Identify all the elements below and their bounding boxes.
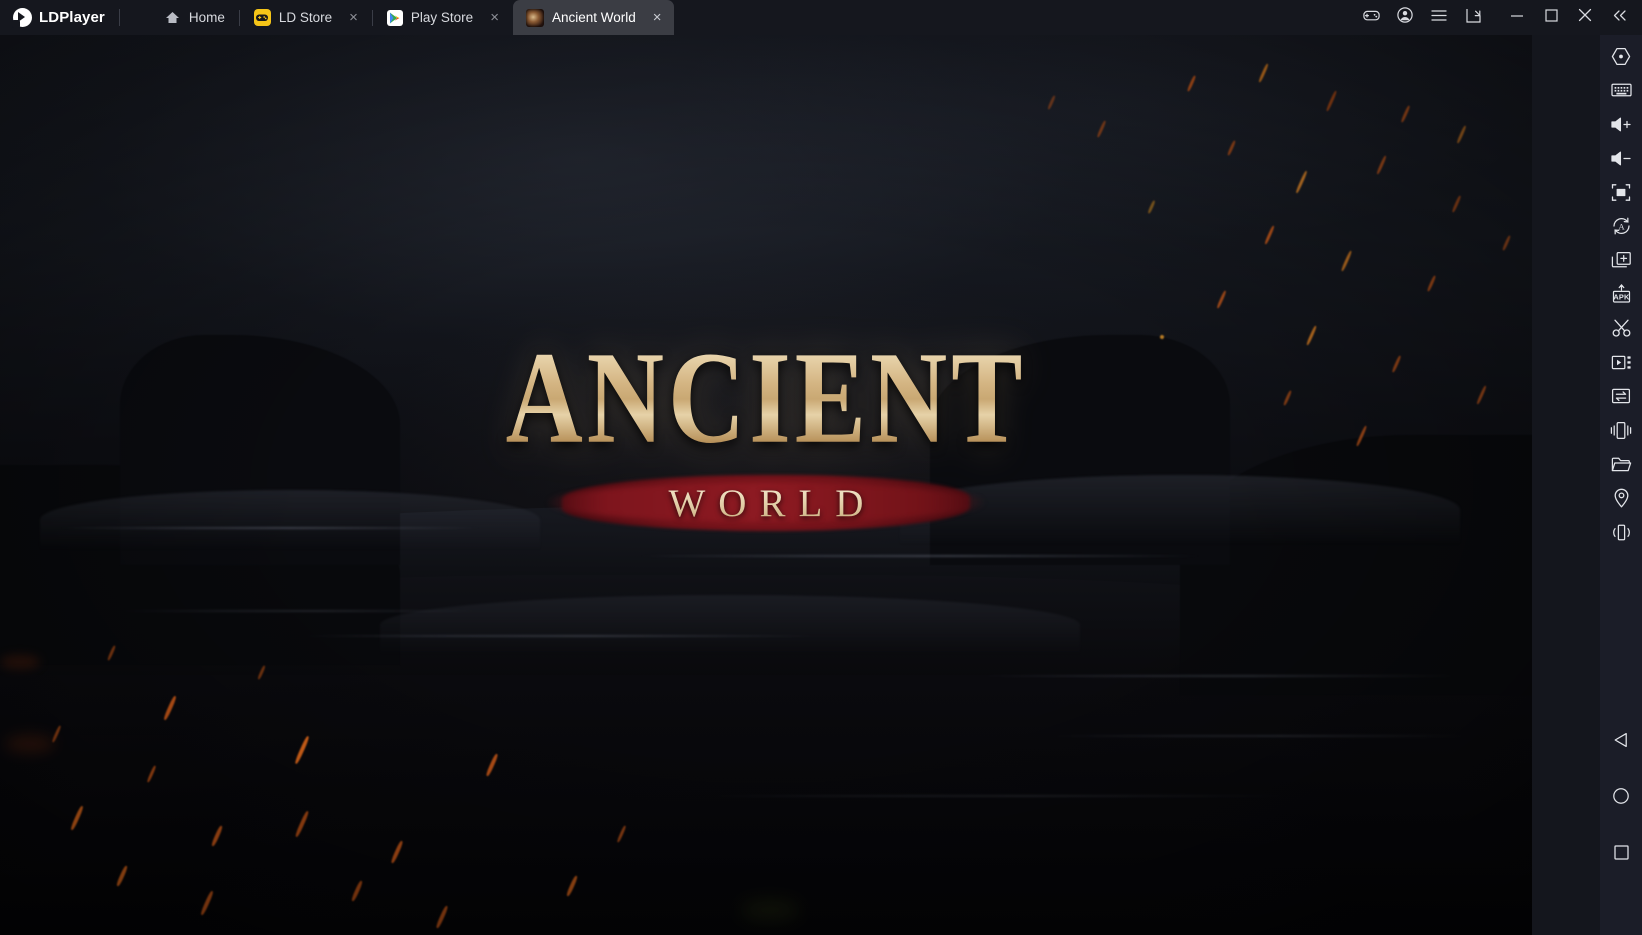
- tab-ld-store-label: LD Store: [278, 10, 333, 25]
- sidebar-screenshot[interactable]: [1600, 311, 1642, 345]
- sidebar-vibrate[interactable]: [1600, 515, 1642, 549]
- tab-ancient-world[interactable]: Ancient World ×: [512, 0, 674, 35]
- gamepad-icon: [1362, 9, 1380, 27]
- android-recents-button[interactable]: [1600, 824, 1642, 880]
- account-button[interactable]: [1388, 0, 1422, 35]
- tab-play-store-label: Play Store: [410, 10, 474, 25]
- game-title-primary: ANCIENT: [500, 333, 1033, 465]
- tab-ld-store-close-icon[interactable]: ×: [349, 10, 358, 25]
- sidebar-shared-folder[interactable]: [1600, 447, 1642, 481]
- crop-frame-icon: [1611, 183, 1631, 202]
- emulator-sidebar: A APK: [1600, 35, 1642, 935]
- game-title-banner: WORLD: [545, 475, 987, 531]
- circle-home-icon: [1611, 786, 1631, 806]
- sidebar-volume-down[interactable]: [1600, 141, 1642, 175]
- sidebar-tools: A APK: [1600, 35, 1642, 549]
- sidebar-volume-up[interactable]: [1600, 107, 1642, 141]
- maximize-button[interactable]: [1534, 0, 1568, 35]
- sidebar-multi-instance[interactable]: [1600, 243, 1642, 277]
- tab-ancient-world-close-icon[interactable]: ×: [653, 10, 662, 25]
- home-icon: [164, 9, 181, 26]
- add-window-icon: [1611, 251, 1632, 270]
- play-store-icon: [386, 9, 403, 26]
- game-title-secondary: WORLD: [656, 481, 877, 526]
- menu-button[interactable]: [1422, 0, 1456, 35]
- brand: LDPlayer: [0, 8, 105, 28]
- multiplayer-button[interactable]: [1354, 0, 1388, 35]
- maximize-icon: [1544, 8, 1558, 27]
- resize-button[interactable]: [1456, 0, 1490, 35]
- titlebar: LDPlayer Home LD Store × Play Store × An…: [0, 0, 1642, 35]
- window-controls: [1354, 0, 1642, 35]
- sidebar-location[interactable]: [1600, 481, 1642, 515]
- volume-down-icon: [1610, 150, 1632, 167]
- svg-text:APK: APK: [1613, 292, 1630, 301]
- sidebar-fullscreen[interactable]: [1600, 39, 1642, 73]
- shake-device-icon: [1610, 421, 1632, 440]
- brand-divider: [118, 9, 120, 26]
- user-circle-icon: [1397, 7, 1413, 28]
- android-back-button[interactable]: [1600, 712, 1642, 768]
- minimize-button[interactable]: [1500, 0, 1534, 35]
- volume-up-icon: [1610, 116, 1632, 133]
- close-button[interactable]: [1568, 0, 1602, 35]
- tab-strip: Home LD Store × Play Store × Ancient Wor…: [150, 0, 674, 35]
- vibrate-icon: [1611, 523, 1632, 542]
- tab-home[interactable]: Home: [150, 0, 239, 35]
- resize-arrow-icon: [1465, 8, 1481, 28]
- sidebar-install-apk[interactable]: APK: [1600, 277, 1642, 311]
- sidebar-screen-capture[interactable]: [1600, 175, 1642, 209]
- apk-install-icon: APK: [1611, 284, 1632, 304]
- scissors-icon: [1611, 318, 1632, 338]
- video-record-icon: [1611, 354, 1632, 371]
- sidebar-navigation: [1600, 712, 1642, 935]
- hamburger-menu-icon: [1431, 9, 1447, 27]
- tab-play-store-close-icon[interactable]: ×: [490, 10, 499, 25]
- folder-icon: [1611, 456, 1632, 473]
- keyboard-icon: [1610, 82, 1632, 98]
- location-pin-icon: [1613, 488, 1630, 508]
- auto-rotate-icon: A: [1611, 216, 1632, 236]
- chevron-double-left-icon: [1612, 9, 1627, 27]
- game-thumb-icon: [525, 8, 544, 27]
- sidebar-sync[interactable]: [1600, 379, 1642, 413]
- svg-text:A: A: [1618, 221, 1625, 231]
- sidebar-record[interactable]: [1600, 345, 1642, 379]
- game-viewport[interactable]: ANCIENT WORLD: [0, 35, 1532, 935]
- tab-ancient-world-label: Ancient World: [551, 10, 636, 25]
- game-logo: ANCIENT WORLD: [0, 333, 1532, 531]
- sidebar-keyboard[interactable]: [1600, 73, 1642, 107]
- tab-home-label: Home: [188, 10, 225, 25]
- triangle-back-icon: [1611, 730, 1631, 750]
- minimize-icon: [1510, 9, 1524, 27]
- sidebar-rotate[interactable]: A: [1600, 209, 1642, 243]
- collapse-sidebar-button[interactable]: [1602, 0, 1636, 35]
- ldplayer-window: LDPlayer Home LD Store × Play Store × An…: [0, 0, 1642, 935]
- square-recents-icon: [1612, 843, 1631, 862]
- gamepad-icon: [253, 9, 271, 26]
- sync-transfer-icon: [1611, 387, 1631, 405]
- tab-play-store[interactable]: Play Store ×: [373, 0, 513, 35]
- ldplayer-logo-icon: [12, 8, 32, 28]
- sidebar-shake[interactable]: [1600, 413, 1642, 447]
- close-icon: [1578, 8, 1592, 27]
- fullscreen-hex-icon: [1611, 47, 1631, 66]
- tab-ld-store[interactable]: LD Store ×: [240, 0, 372, 35]
- android-home-button[interactable]: [1600, 768, 1642, 824]
- brand-name: LDPlayer: [39, 9, 105, 26]
